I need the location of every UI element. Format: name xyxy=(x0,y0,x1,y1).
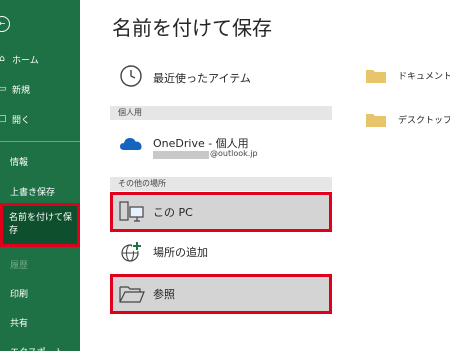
sidebar-item-share[interactable]: 共有 xyxy=(0,309,90,335)
location-label: 最近使ったアイテム xyxy=(153,72,251,85)
onedrive-cloud-icon xyxy=(120,138,142,150)
sidebar-item-export[interactable]: エクスポート xyxy=(0,338,90,364)
sidebar-item-home[interactable]: ⌂ ホーム xyxy=(0,46,80,72)
open-icon: □ xyxy=(0,114,7,124)
location-this-pc[interactable]: この PC xyxy=(110,192,332,232)
location-label: 参照 xyxy=(153,288,175,301)
sidebar-item-overwrite[interactable]: 上書き保存 xyxy=(0,178,90,204)
location-browse[interactable]: 参照 xyxy=(110,274,332,314)
location-label: 場所の追加 xyxy=(153,246,208,259)
backstage-sidebar: ← ⌂ ホーム ▭ 新規 □ 開く 情報 上書き保存 名前を付けて保存 履歴 印… xyxy=(0,0,80,358)
sidebar-item-history: 履歴 xyxy=(10,260,29,271)
section-header-other: その他の場所 xyxy=(110,177,332,191)
sidebar-item-new[interactable]: ▭ 新規 xyxy=(0,76,80,102)
globe-add-icon xyxy=(121,241,142,262)
sidebar-item-print[interactable]: 印刷 xyxy=(0,280,90,306)
home-icon: ⌂ xyxy=(0,54,5,64)
folder-icon xyxy=(366,70,386,83)
sidebar-item-label: 開く xyxy=(12,115,31,126)
location-label: この PC xyxy=(153,206,193,219)
location-recent[interactable]: 最近使ったアイテム xyxy=(110,58,332,98)
sidebar-item-label: 名前を付けて保存 xyxy=(9,213,73,236)
sidebar-divider xyxy=(0,141,80,142)
computer-icon xyxy=(119,201,144,222)
sidebar-item-open[interactable]: □ 開く xyxy=(0,106,80,132)
clock-icon xyxy=(120,65,142,87)
location-onedrive[interactable]: OneDrive - 個人用 @outlook.jp xyxy=(110,124,332,164)
folder-open-icon xyxy=(119,286,145,303)
new-icon: ▭ xyxy=(0,84,7,94)
location-add-place[interactable]: 場所の追加 xyxy=(110,232,332,272)
folder-icon xyxy=(366,114,386,127)
sidebar-item-label: 新規 xyxy=(12,85,31,96)
page-title: 名前を付けて保存 xyxy=(112,16,272,40)
onedrive-email: @outlook.jp xyxy=(210,149,258,158)
sidebar-item-label: ホーム xyxy=(12,55,39,66)
sidebar-item-info[interactable]: 情報 xyxy=(0,148,90,174)
back-arrow-icon[interactable]: ← xyxy=(0,16,10,32)
section-header-personal: 個人用 xyxy=(110,106,332,120)
sidebar-item-save-as[interactable]: 名前を付けて保存 xyxy=(0,203,80,247)
redacted-email-prefix xyxy=(153,151,209,159)
folder-label: デスクトップ xyxy=(398,116,450,126)
folder-label: ドキュメント xyxy=(398,72,450,82)
